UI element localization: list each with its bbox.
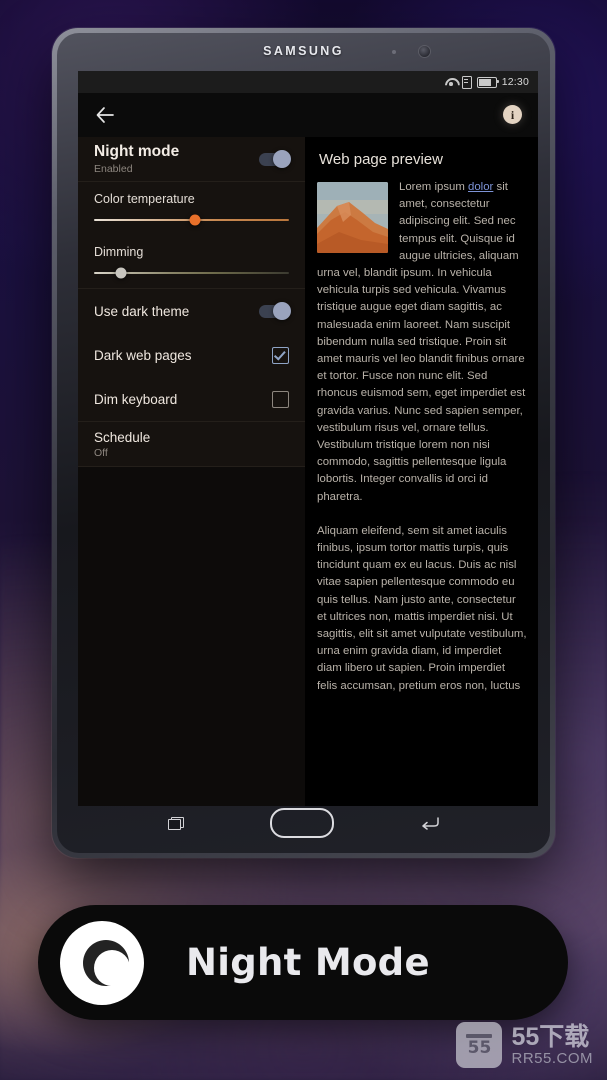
- desert-dune-thumbnail: [317, 182, 388, 253]
- screen-content: Night mode Enabled Color temperature Dim…: [78, 137, 538, 806]
- banner-title: Night Mode: [186, 941, 430, 984]
- dim-keyboard-label: Dim keyboard: [94, 391, 178, 407]
- dark-web-pages-checkbox[interactable]: [272, 346, 289, 364]
- use-dark-theme-label: Use dark theme: [94, 303, 190, 319]
- web-page-preview-panel: Web page preview Lorem ipsum dolor sit a…: [305, 137, 538, 806]
- color-temperature-thumb[interactable]: [189, 214, 201, 226]
- schedule-labels: Schedule Off: [94, 430, 150, 459]
- tablet-screen: 12:30 i Night mode Enabled Color tempera…: [78, 71, 538, 806]
- night-mode-toggle[interactable]: [259, 149, 291, 168]
- app-header: i: [78, 93, 538, 137]
- back-hardware-key[interactable]: [420, 816, 440, 830]
- battery-icon: [476, 76, 499, 88]
- sensor-dot-icon: [392, 50, 396, 54]
- samsung-brand-logo: SAMSUNG: [263, 44, 344, 58]
- color-temperature-label: Color temperature: [94, 192, 195, 206]
- setting-row-night-mode[interactable]: Night mode Enabled: [78, 137, 305, 181]
- dim-keyboard-checkbox[interactable]: [272, 390, 289, 408]
- dimming-slider[interactable]: [94, 267, 289, 279]
- dimming-label: Dimming: [94, 245, 144, 259]
- dimming-block: Dimming: [78, 235, 305, 288]
- back-arrow-icon[interactable]: [94, 104, 116, 126]
- info-icon-glyph: i: [510, 107, 515, 122]
- dimming-thumb[interactable]: [115, 267, 127, 279]
- watermark-logo-box: 55: [456, 1022, 503, 1068]
- preview-link-dolor[interactable]: dolor: [468, 181, 493, 193]
- recents-hardware-key[interactable]: [167, 816, 184, 830]
- schedule-title: Schedule: [94, 429, 151, 445]
- night-mode-group: Night mode Enabled: [78, 137, 305, 182]
- status-bar-clock: 12:30: [501, 76, 529, 88]
- preview-title: Web page preview: [319, 151, 443, 168]
- hardware-key-row: [78, 799, 529, 847]
- night-mode-toggle-knob: [273, 149, 291, 168]
- color-temperature-slider[interactable]: [94, 214, 289, 226]
- schedule-group: Schedule Off: [78, 422, 305, 467]
- status-bar-icons: 12:30: [445, 71, 529, 93]
- color-temperature-block: Color temperature: [78, 182, 305, 235]
- use-dark-theme-toggle-knob: [273, 301, 291, 320]
- wifi-icon: [445, 77, 457, 87]
- watermark-bar: [466, 1033, 493, 1038]
- night-mode-subtitle: Enabled: [94, 163, 133, 175]
- night-mode-labels: Night mode Enabled: [94, 143, 179, 175]
- night-mode-title: Night mode: [94, 143, 180, 160]
- setting-row-use-dark-theme[interactable]: Use dark theme: [78, 289, 305, 333]
- info-icon[interactable]: i: [503, 105, 522, 124]
- watermark-site: RR55.COM: [511, 1049, 593, 1067]
- preview-p1-lead: Lorem ipsum: [399, 181, 469, 193]
- setting-row-schedule[interactable]: Schedule Off: [78, 422, 305, 466]
- watermark-text: 55下载 RR55.COM: [511, 1022, 593, 1067]
- theme-options-group: Use dark theme Dark web pages Dim keyboa…: [78, 289, 305, 422]
- watermark: 55 55下载 RR55.COM: [456, 1022, 593, 1068]
- front-camera-icon: [419, 46, 430, 57]
- tablet-bezel: SAMSUNG 12:30 i Night mode Enabled Color…: [57, 33, 550, 853]
- dark-web-pages-label: Dark web pages: [94, 347, 192, 363]
- device-top-bezel: SAMSUNG: [57, 33, 550, 71]
- preview-paragraph-2: Aliquam eleifend, sem sit amet iaculis f…: [317, 524, 527, 692]
- setting-row-dark-web-pages[interactable]: Dark web pages: [78, 333, 305, 377]
- setting-row-dim-keyboard[interactable]: Dim keyboard: [78, 377, 305, 421]
- moon-crescent-cut: [94, 949, 130, 986]
- use-dark-theme-toggle[interactable]: [259, 301, 291, 320]
- schedule-subtitle: Off: [94, 446, 108, 459]
- night-mode-banner: Night Mode: [38, 905, 568, 1020]
- settings-panel: Night mode Enabled Color temperature Dim…: [78, 137, 305, 806]
- tablet-device: SAMSUNG 12:30 i Night mode Enabled Color…: [52, 28, 555, 858]
- crescent-moon-icon: [60, 920, 144, 1005]
- watermark-mark: 55: [467, 1037, 492, 1058]
- status-bar: 12:30: [78, 71, 538, 93]
- moon-disc: [83, 939, 130, 986]
- watermark-title: 55下载: [511, 1022, 590, 1051]
- sim-card-icon: [461, 75, 472, 89]
- sliders-group: Color temperature Dimming: [78, 182, 305, 289]
- home-hardware-key[interactable]: [269, 808, 334, 838]
